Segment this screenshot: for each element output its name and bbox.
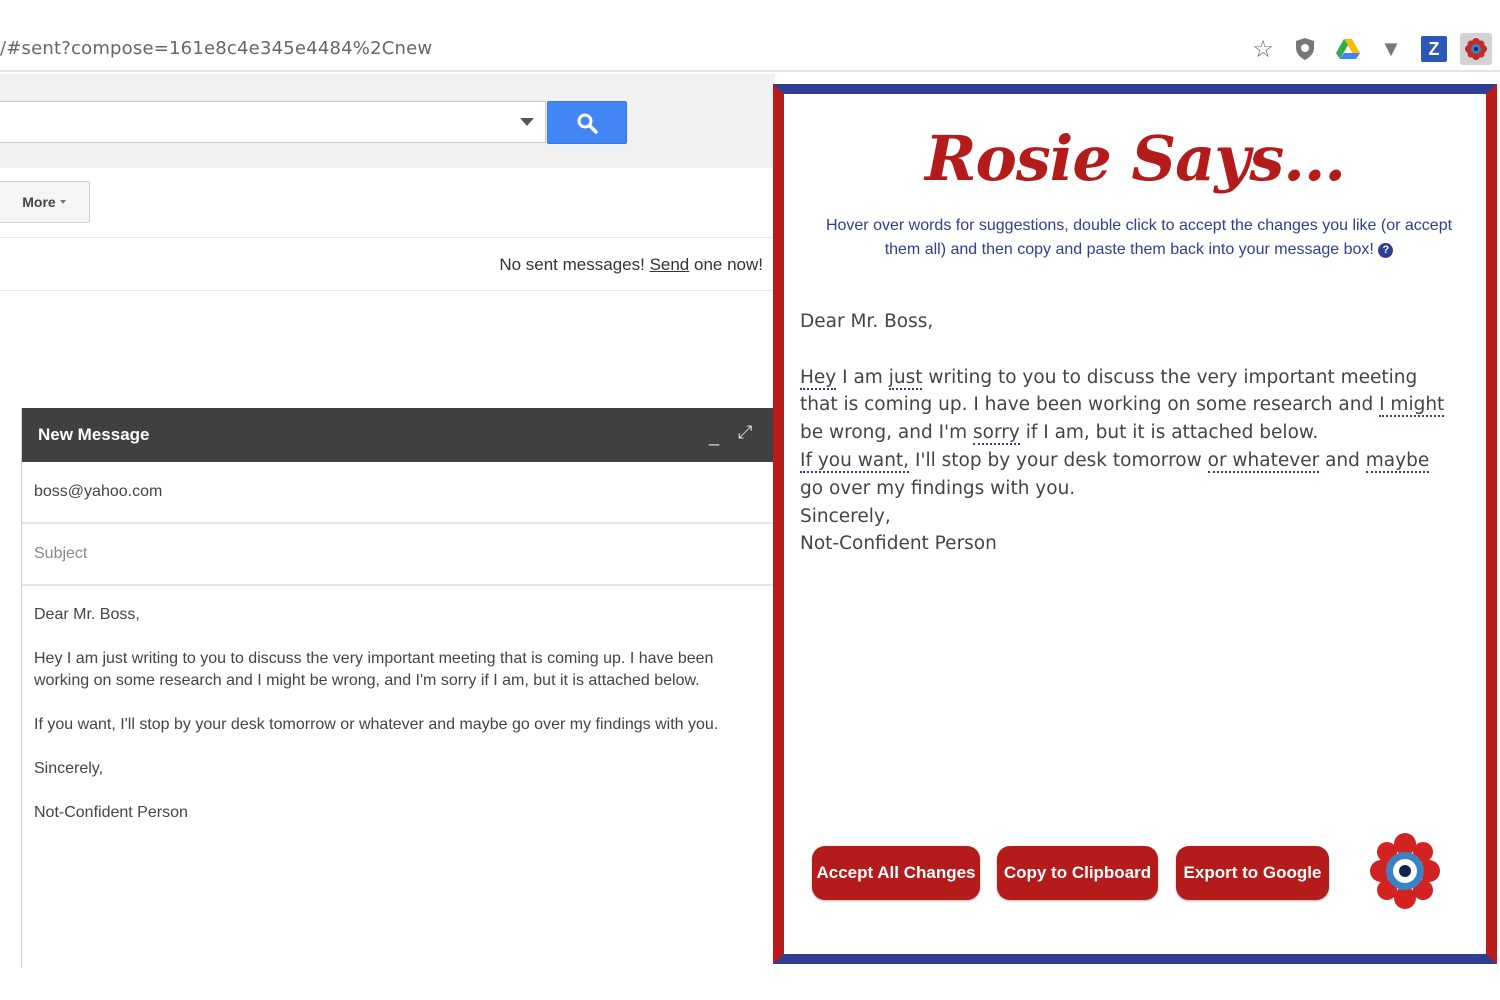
subject-field[interactable]: Subject [22,524,775,586]
divider [0,290,775,291]
paragraph-one: Hey I am just writing to you to discuss … [800,364,1450,447]
copy-to-clipboard-button[interactable]: Copy to Clipboard [997,846,1158,900]
signature-line: Not-Confident Person [800,533,997,555]
compose-title: New Message [38,425,150,444]
empty-sent-message: No sent messages! Send one now! [499,255,763,275]
help-icon[interactable]: ? [1378,243,1394,258]
search-input[interactable] [0,101,546,143]
rosie-popup-panel: Rosie Says... Hover over words for sugge… [773,84,1497,964]
rosie-instructions: Hover over words for suggestions, double… [824,214,1454,262]
google-drive-icon[interactable] [1335,36,1361,62]
paragraph-two: If you want, I'll stop by your desk tomo… [800,447,1450,503]
body-paragraph: Sincerely, [34,760,104,777]
suggested-word[interactable]: or whatever [1207,449,1320,473]
suggested-word[interactable]: maybe [1365,449,1430,473]
search-icon [577,113,598,134]
accept-all-changes-button[interactable]: Accept All Changes [812,846,980,900]
empty-sent-suffix: one now! [689,255,763,274]
plain-text: and [1319,449,1366,471]
plain-text: if I am, but it is attached below. [1019,422,1319,444]
z-icon[interactable]: Z [1421,36,1447,62]
rosie-suggestion-text: Dear Mr. Boss, Hey I am just writing to … [800,308,1450,558]
instructions-text: Hover over words for suggestions, double… [825,217,1453,258]
body-paragraph: Dear Mr. Boss, [34,606,140,623]
compose-window: New Message _ ⤢ boss@yahoo.com Subject D… [21,408,775,968]
rosie-flower-logo-icon [1370,832,1440,910]
more-button-label: More [22,194,56,210]
suggested-word[interactable]: I might [1379,394,1445,418]
plain-text: I am [836,366,889,388]
rosie-title: Rosie Says... [924,122,1346,195]
plain-text: be wrong, and I'm [800,422,974,444]
divider [0,237,775,238]
send-link[interactable]: Send [650,255,690,274]
message-body[interactable]: Dear Mr. Boss, Hey I am just writing to … [22,586,775,824]
compose-header: New Message _ ⤢ [22,408,775,462]
export-to-google-button[interactable]: Export to Google [1176,846,1329,900]
plain-text: go over my findings with you. [800,477,1076,499]
suggested-word[interactable]: If you want, [800,449,910,473]
browser-toolbar: /#sent?compose=161e8c4e345e4484%2Cnew ☆ … [0,0,1500,72]
more-button[interactable]: More [0,181,90,223]
suggested-word[interactable]: Hey [800,366,837,390]
minimize-icon[interactable]: _ [709,426,719,447]
expand-icon[interactable]: ⤢ [738,422,752,443]
shield-icon[interactable] [1292,36,1318,62]
address-bar-url[interactable]: /#sent?compose=161e8c4e345e4484%2Cnew [0,38,432,59]
search-button[interactable] [547,101,627,144]
body-paragraph: Not-Confident Person [34,804,188,821]
plain-text: I'll stop by your desk tomorrow [909,449,1208,471]
body-paragraph: If you want, I'll stop by your desk tomo… [34,716,719,733]
suggested-word[interactable]: sorry [973,422,1020,446]
search-options-caret-icon[interactable] [520,118,534,126]
closing-line: Sincerely, [800,505,891,527]
empty-sent-prefix: No sent messages! [499,255,650,274]
greeting-line: Dear Mr. Boss, [800,311,934,332]
suggested-word[interactable]: just [888,366,923,390]
star-icon[interactable]: ☆ [1250,36,1276,63]
body-paragraph: Hey I am just writing to you to discuss … [34,650,714,689]
vee-icon[interactable]: ▼ [1378,36,1404,62]
to-field[interactable]: boss@yahoo.com [22,462,775,524]
rosie-extension-icon[interactable] [1460,33,1492,65]
chevron-down-icon [59,200,66,204]
